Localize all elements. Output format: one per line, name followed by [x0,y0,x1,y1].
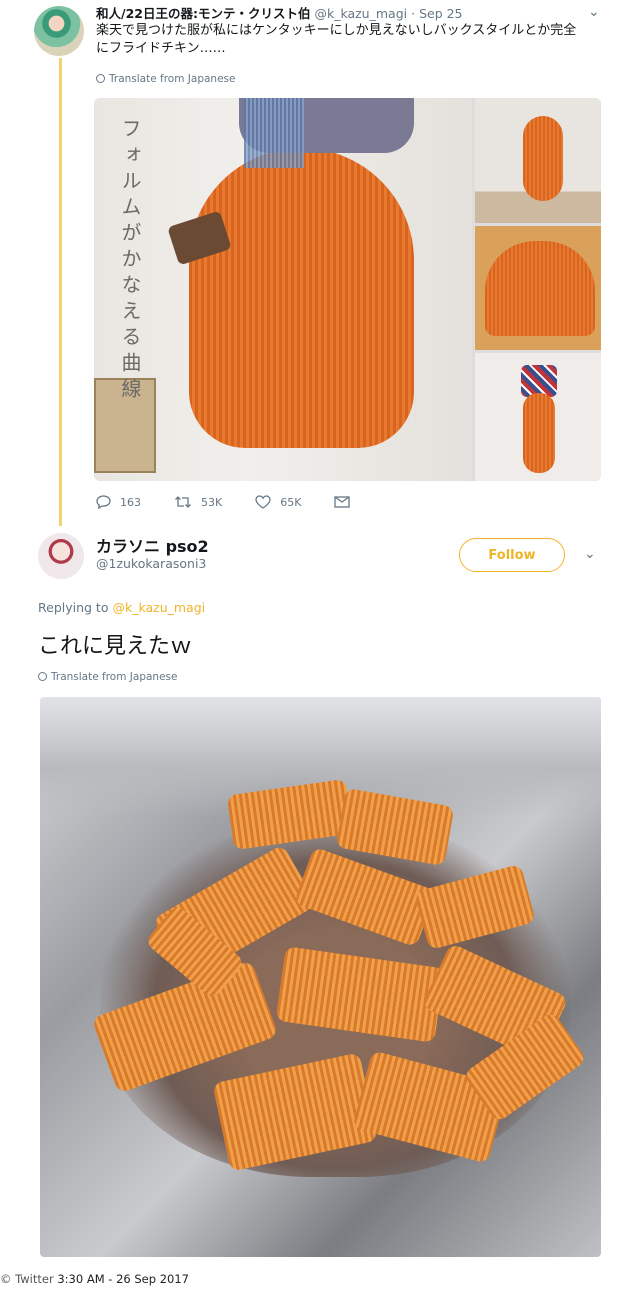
user-handle[interactable]: @1zukokarasoni3 [96,556,206,571]
media-image-3[interactable] [475,226,601,350]
translate-label: Translate from Japanese [51,671,178,683]
like-count: 65K [280,495,302,509]
like-button[interactable]: 65K [255,495,301,509]
tweet-media-image[interactable] [40,697,601,1257]
tweet-media-grid[interactable]: フォルムがかなえる曲線 [94,98,601,481]
tweet-date[interactable]: Sep 25 [419,6,462,21]
retweet-count: 53K [201,495,223,509]
tweet-actions: 163 53K 65K [96,495,392,509]
globe-icon [38,672,47,681]
tweet-text: 楽天で見つけた服が私にはケンタッキーにしか見えないしバックスタイルとか完全にフラ… [96,23,577,56]
pants-full-view [523,393,555,473]
avatar[interactable] [34,6,84,56]
retweet-icon [175,496,191,508]
separator: · [411,6,416,21]
user-handle[interactable]: @k_kazu_magi [314,6,407,21]
media-image-2[interactable] [475,98,601,223]
follow-button[interactable]: Follow [459,538,565,572]
chevron-down-icon[interactable]: ⌄ [584,546,596,562]
message-button[interactable] [334,496,359,508]
retweet-button[interactable]: 53K [174,495,222,509]
reply-button[interactable]: 163 [96,495,141,509]
translate-label: Translate from Japanese [109,73,236,85]
tweet-text: これに見えたｗ [38,634,193,659]
watermark: © Twitter [0,1272,54,1286]
reply-count: 163 [120,495,141,509]
image-caption: フォルムがかなえる曲線 [118,118,142,404]
display-name[interactable]: 和人/22日王の器:モンテ・クリスト伯 [96,6,310,21]
pants-flat-view [485,241,595,336]
thread-connector-line [59,58,62,526]
display-name[interactable]: カラソニ pso2 [96,533,209,557]
envelope-icon [334,496,351,508]
mention-link[interactable]: @k_kazu_magi [112,600,205,615]
footer: © Twitter 3:30 AM - 26 Sep 2017 [0,1272,189,1286]
speech-bubble-icon [96,495,111,509]
replying-to: Replying to @k_kazu_magi [38,600,205,615]
globe-icon [96,74,105,83]
avatar[interactable] [38,533,84,579]
tweet-header: 和人/22日王の器:モンテ・クリスト伯 @k_kazu_magi · Sep 2… [96,3,463,22]
pants-back-view [523,116,563,201]
replying-prefix: Replying to [38,600,109,615]
media-image-main[interactable]: フォルムがかなえる曲線 [94,98,472,481]
chevron-down-icon[interactable]: ⌄ [588,4,600,20]
heart-icon [255,495,271,509]
translate-link[interactable]: Translate from Japanese [96,73,235,85]
orange-pants [189,148,414,448]
translate-link[interactable]: Translate from Japanese [38,671,177,683]
tweet-timestamp[interactable]: 3:30 AM - 26 Sep 2017 [57,1272,189,1286]
media-image-4[interactable] [475,353,601,481]
scarf [244,98,304,168]
